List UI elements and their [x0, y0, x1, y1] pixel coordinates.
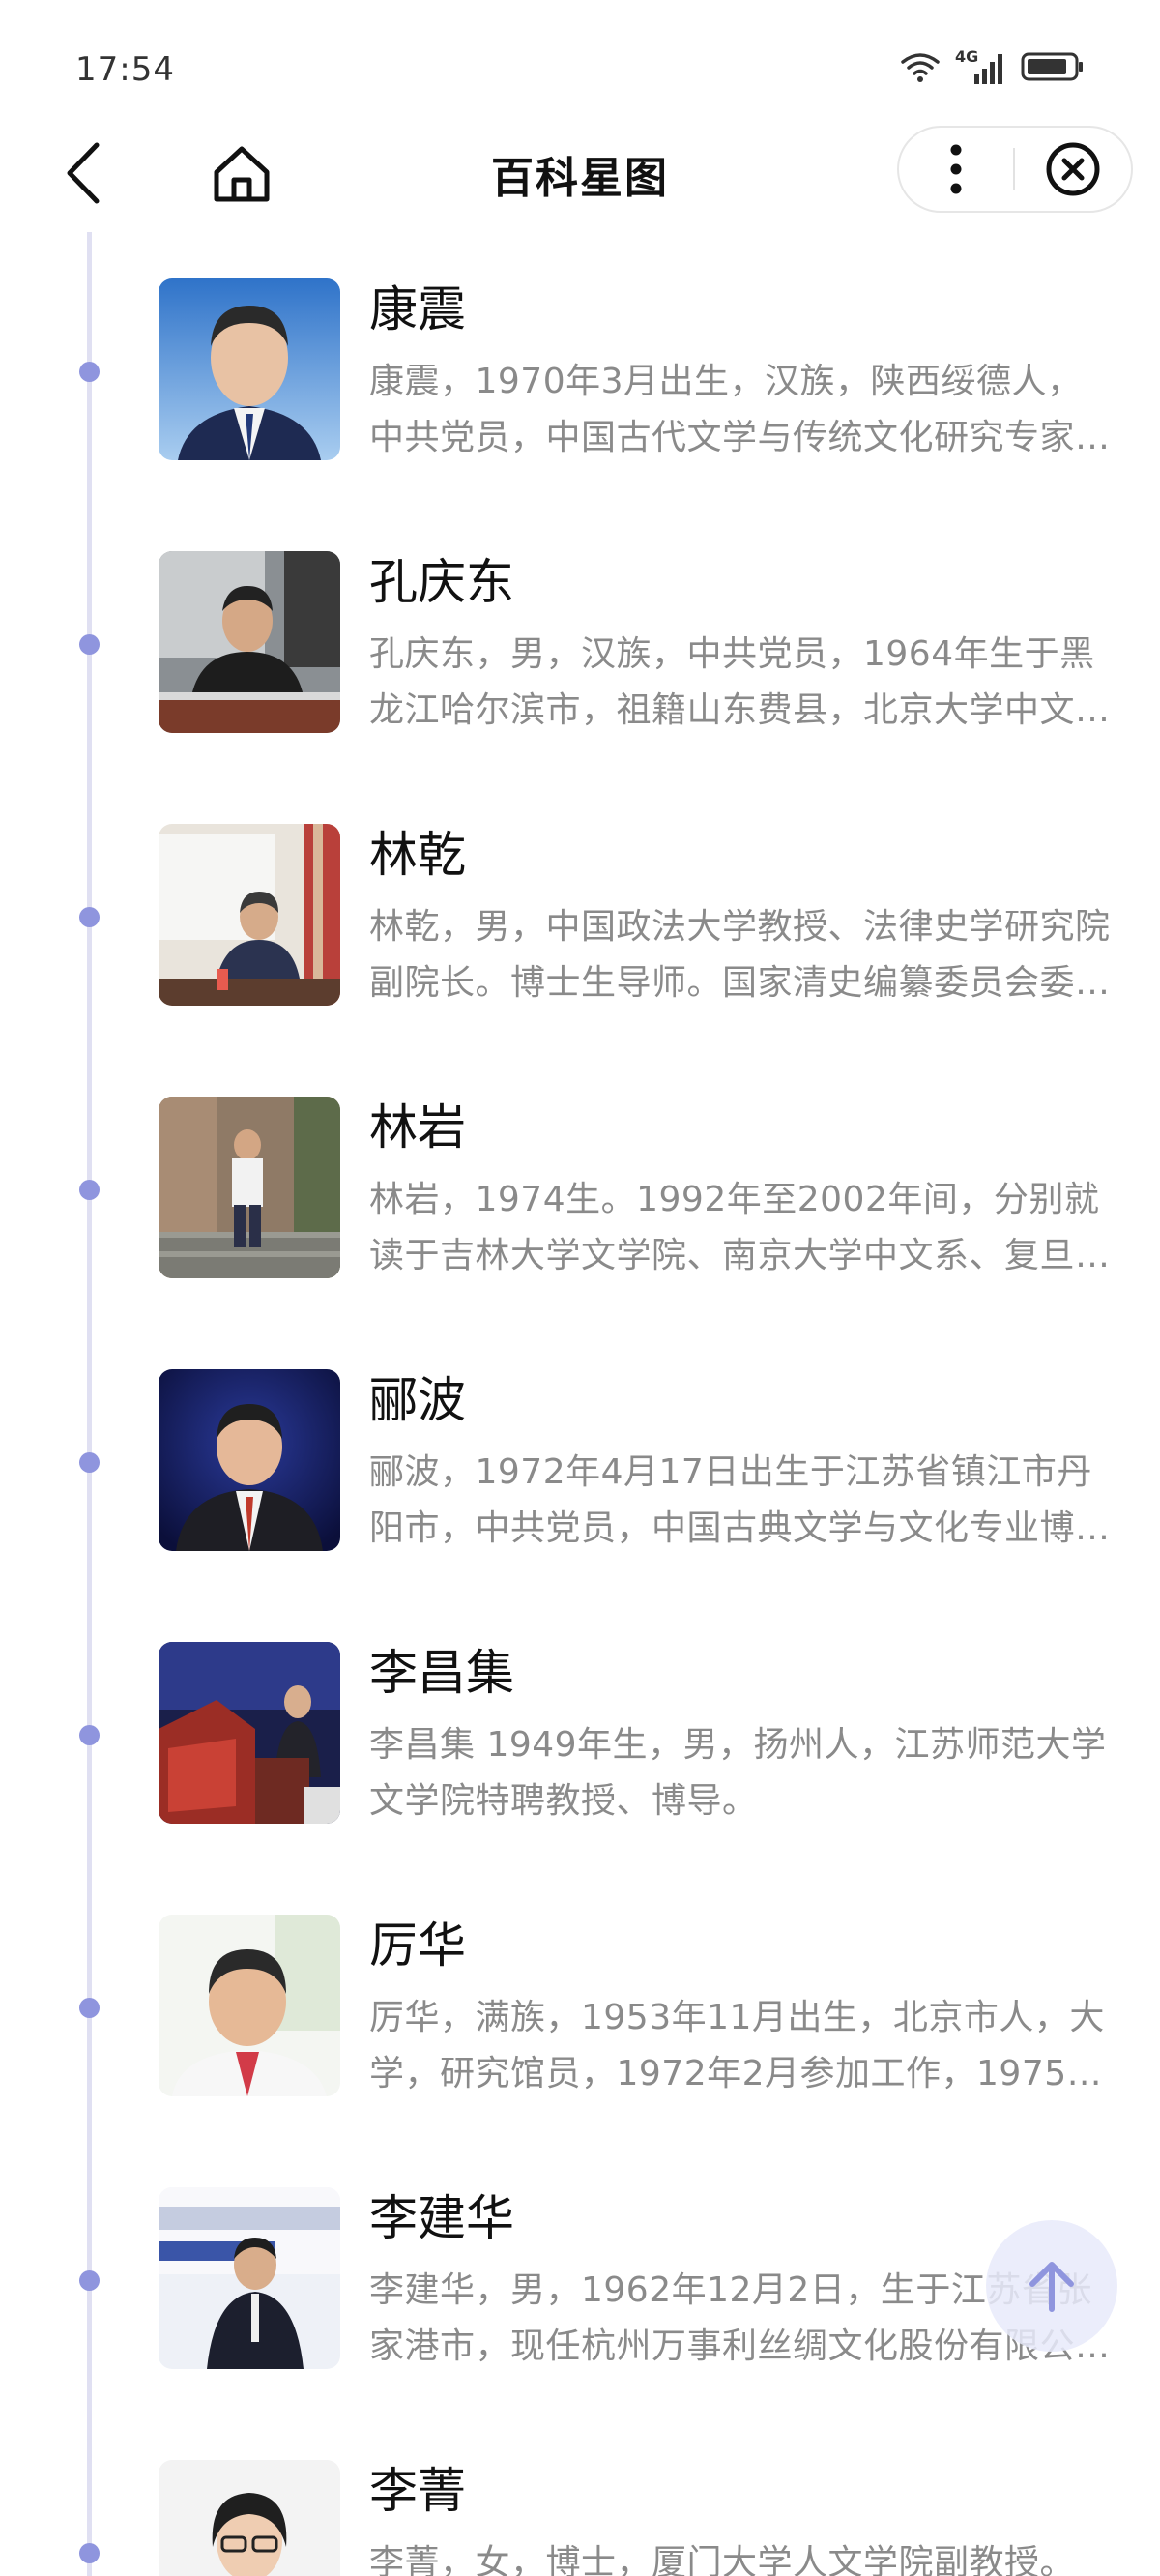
person-description: 李昌集 1949年生，男，扬州人，江苏师范大学文学院特聘教授、博导。: [369, 1725, 1107, 1821]
person-description: 李菁，女，博士，厦门大学人文学院副教授。: [369, 2543, 1076, 2576]
person-description: 郦波，1972年4月17日出生于江苏省镇江市丹阳市，中共党员，中国古典文学与文化…: [369, 1452, 1092, 1548]
person-description: 孔庆东，男，汉族，中共党员，1964年生于黑龙江哈尔滨市，祖籍山东费县，北京大学…: [369, 634, 1111, 730]
status-icons: 4G: [899, 47, 1085, 87]
nav-bar: 百科星图: [0, 126, 1160, 222]
more-vertical-icon: [950, 144, 962, 194]
mini-program-capsule: [897, 126, 1133, 213]
person-photo[interactable]: [159, 551, 340, 733]
person-name[interactable]: 厉华: [369, 1915, 466, 1976]
wifi-icon: [899, 50, 942, 87]
close-circle-icon: [1046, 142, 1100, 196]
person-description: 康震，1970年3月出生，汉族，陕西绥德人，中共党员，中国古代文学与传统文化研究…: [369, 362, 1111, 457]
back-to-top-button[interactable]: [986, 2220, 1117, 2352]
timeline-dot: [79, 1998, 100, 2018]
person-name[interactable]: 李昌集: [369, 1642, 514, 1704]
person-name[interactable]: 林岩: [369, 1097, 466, 1158]
person-photo[interactable]: [159, 824, 340, 1006]
close-button[interactable]: [1015, 128, 1131, 211]
list-item[interactable]: 林岩 林岩，1974生。1992年至2002年间，分别就读于吉林大学文学院、南京…: [0, 1050, 1160, 1323]
timeline-dot: [79, 1180, 100, 1200]
person-description: 厉华，满族，1953年11月出生，北京市人，大学，研究馆员，1972年2月参加工…: [369, 1998, 1105, 2093]
list-item[interactable]: 孔庆东 孔庆东，男，汉族，中共党员，1964年生于黑龙江哈尔滨市，祖籍山东费县，…: [0, 505, 1160, 777]
list-item[interactable]: 康震 康震，1970年3月出生，汉族，陕西绥德人，中共党员，中国古代文学与传统文…: [0, 232, 1160, 505]
person-photo[interactable]: [159, 2187, 340, 2369]
person-description: 林岩，1974生。1992年至2002年间，分别就读于吉林大学文学院、南京大学中…: [369, 1180, 1111, 1275]
person-description: 林乾，男，中国政法大学教授、法律史学研究院副院长。博士生导师。国家清史编纂委员会…: [369, 907, 1111, 1003]
list-item[interactable]: 李菁 李菁，女，博士，厦门大学人文学院副教授。: [0, 2414, 1160, 2576]
timeline-list[interactable]: 康震 康震，1970年3月出生，汉族，陕西绥德人，中共党员，中国古代文学与传统文…: [0, 232, 1160, 2576]
timeline-dot: [79, 907, 100, 927]
person-photo[interactable]: [159, 1915, 340, 2096]
timeline-dot: [79, 362, 100, 382]
person-name[interactable]: 康震: [369, 278, 466, 340]
timeline-dot: [79, 2270, 100, 2291]
person-photo[interactable]: [159, 1097, 340, 1278]
timeline-dot: [79, 1452, 100, 1473]
cellular-signal-icon: 4G: [955, 47, 1007, 86]
person-name[interactable]: 郦波: [369, 1369, 466, 1431]
battery-icon: [1021, 50, 1085, 87]
timeline-dot: [79, 2543, 100, 2563]
timeline-dot: [79, 1725, 100, 1745]
list-item[interactable]: 郦波 郦波，1972年4月17日出生于江苏省镇江市丹阳市，中共党员，中国古典文学…: [0, 1323, 1160, 1595]
status-time: 17:54: [75, 50, 175, 89]
person-name[interactable]: 孔庆东: [369, 551, 514, 613]
person-name[interactable]: 李建华: [369, 2187, 514, 2249]
person-name[interactable]: 林乾: [369, 824, 466, 886]
person-photo[interactable]: [159, 2460, 340, 2576]
person-photo[interactable]: [159, 278, 340, 460]
timeline-dot: [79, 634, 100, 655]
status-bar: 17:54 4G: [0, 0, 1160, 126]
list-item[interactable]: 厉华 厉华，满族，1953年11月出生，北京市人，大学，研究馆员，1972年2月…: [0, 1868, 1160, 2141]
more-button[interactable]: [899, 128, 1013, 211]
arrow-up-icon: [1030, 2262, 1074, 2312]
list-item[interactable]: 林乾 林乾，男，中国政法大学教授、法律史学研究院副院长。博士生导师。国家清史编纂…: [0, 777, 1160, 1050]
list-item[interactable]: 李昌集 李昌集 1949年生，男，扬州人，江苏师范大学文学院特聘教授、博导。: [0, 1595, 1160, 1868]
person-photo[interactable]: [159, 1642, 340, 1824]
person-photo[interactable]: [159, 1369, 340, 1551]
person-name[interactable]: 李菁: [369, 2460, 466, 2522]
